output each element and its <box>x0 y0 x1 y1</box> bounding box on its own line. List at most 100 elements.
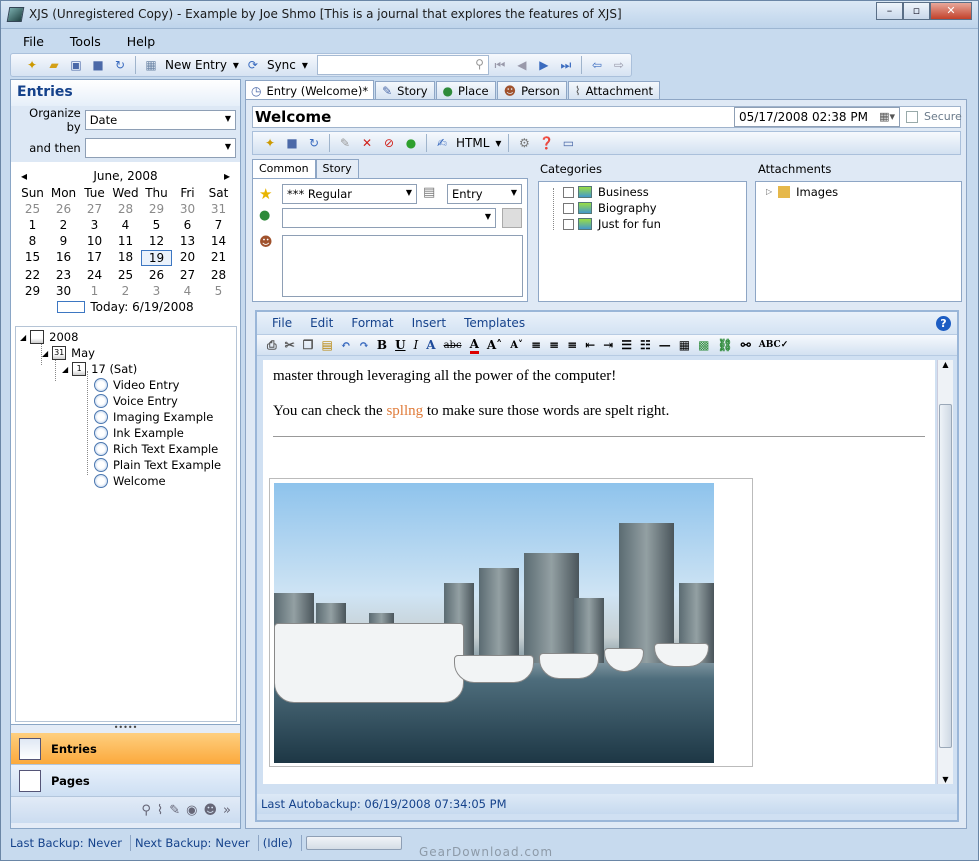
spellcheck-icon[interactable]: ABC✓ <box>759 340 788 350</box>
strikethrough-icon[interactable]: abc <box>444 340 462 351</box>
calendar-day[interactable]: 17 <box>79 250 110 266</box>
underline-icon[interactable]: U <box>395 338 405 352</box>
editor-menu-edit[interactable]: Edit <box>310 316 333 330</box>
image-icon[interactable]: ▩ <box>698 338 709 352</box>
first-icon[interactable]: ⏮ <box>492 57 508 73</box>
category-item[interactable]: Biography <box>563 200 746 216</box>
tree-month[interactable]: ◢ 31 May <box>16 345 236 361</box>
calendar-day[interactable]: 1 <box>17 218 48 232</box>
tree-entry[interactable]: Imaging Example <box>16 409 236 425</box>
html-dropdown[interactable]: HTML <box>456 136 489 150</box>
people-list[interactable] <box>282 235 523 297</box>
tree-entry[interactable]: Welcome <box>16 473 236 489</box>
calendar-day[interactable]: 19 <box>141 250 172 266</box>
place-icon[interactable]: ◉ <box>186 803 197 818</box>
cut-icon[interactable]: ✂ <box>285 338 295 352</box>
previous-icon[interactable]: ◀ <box>514 57 530 73</box>
cancel-icon[interactable]: ⊘ <box>381 135 397 151</box>
splitter-grip[interactable]: ••••• <box>11 724 240 733</box>
minimize-button[interactable]: – <box>876 2 903 20</box>
calendar-day[interactable]: 14 <box>203 234 234 248</box>
search-icon[interactable]: ⚲ <box>475 57 484 71</box>
calendar-day[interactable]: 5 <box>141 218 172 232</box>
calendar-day[interactable]: 4 <box>110 218 141 232</box>
calendar-day[interactable]: 4 <box>172 284 203 298</box>
paste-icon[interactable]: ▤ <box>321 338 332 352</box>
tree-entry[interactable]: Video Entry <box>16 377 236 393</box>
calendar-day[interactable]: 3 <box>79 218 110 232</box>
refresh-icon[interactable]: ↻ <box>112 57 128 73</box>
maximize-button[interactable]: ▫ <box>903 2 930 20</box>
entry-date-picker[interactable]: 05/17/2008 02:38 PM <box>734 107 900 127</box>
tab-entry[interactable]: ◷ Entry (Welcome)* <box>245 80 375 100</box>
new-entry-button[interactable]: New Entry <box>165 58 227 72</box>
calendar-day[interactable]: 1 <box>79 284 110 298</box>
editor-menu-file[interactable]: File <box>272 316 292 330</box>
window-icon[interactable]: ▭ <box>560 135 576 151</box>
font-color-icon[interactable]: A <box>469 337 479 354</box>
italic-icon[interactable]: I <box>414 338 419 352</box>
calendar-day[interactable]: 10 <box>79 234 110 248</box>
refresh-icon[interactable]: ↻ <box>306 135 322 151</box>
calendar-day[interactable]: 16 <box>48 250 79 266</box>
edit-icon[interactable]: ✎ <box>337 135 353 151</box>
tab-attachment[interactable]: ⌇ Attachment <box>567 81 661 100</box>
calendar-day[interactable]: 20 <box>172 250 203 266</box>
grow-font-icon[interactable]: A˄ <box>487 338 502 352</box>
calendar-day[interactable]: 26 <box>48 202 79 216</box>
stop-icon[interactable]: ■ <box>284 135 300 151</box>
next-icon[interactable]: ▶ <box>536 57 552 73</box>
prev-month-icon[interactable]: ◂ <box>21 169 27 183</box>
help-icon[interactable]: ❓ <box>538 135 554 151</box>
calendar-day[interactable]: 24 <box>79 268 110 282</box>
location-button[interactable] <box>502 208 522 228</box>
document-body[interactable]: master through leveraging all the power … <box>263 360 935 784</box>
indent-icon[interactable]: ⇥ <box>603 338 613 352</box>
table-icon[interactable]: ▦ <box>679 338 690 352</box>
entry-type-select[interactable]: Entry <box>447 184 522 204</box>
tree-entry[interactable]: Voice Entry <box>16 393 236 409</box>
calendar-day[interactable]: 27 <box>172 268 203 282</box>
tab-story-detail[interactable]: Story <box>315 159 359 178</box>
bullet-list-icon[interactable]: ☷ <box>640 338 651 352</box>
calendar-day[interactable]: 28 <box>203 268 234 282</box>
person-icon[interactable]: ☻ <box>203 803 217 818</box>
new-icon[interactable]: ✦ <box>262 135 278 151</box>
last-icon[interactable]: ⏭ <box>558 57 574 73</box>
open-folder-icon[interactable]: ▰ <box>46 57 62 73</box>
shrink-font-icon[interactable]: A˅ <box>510 340 523 351</box>
calendar-day[interactable]: 29 <box>141 202 172 216</box>
forward-icon[interactable]: ⇨ <box>611 57 627 73</box>
tab-story[interactable]: ✎ Story <box>375 81 435 100</box>
link-icon[interactable]: ⛓ <box>717 338 732 352</box>
scroll-thumb[interactable] <box>939 404 952 748</box>
calendar-day[interactable]: 29 <box>17 284 48 298</box>
embedded-image[interactable] <box>269 478 753 767</box>
calendar-day[interactable]: 3 <box>141 284 172 298</box>
attachment-icon[interactable]: ⌇ <box>157 803 163 818</box>
calendar-day[interactable]: 13 <box>172 234 203 248</box>
scroll-down-icon[interactable]: ▼ <box>938 775 953 784</box>
editor-menu-templates[interactable]: Templates <box>464 316 525 330</box>
tree-entry[interactable]: Ink Example <box>16 425 236 441</box>
html-dropdown-arrow[interactable]: ▾ <box>495 136 501 150</box>
stop-icon[interactable]: ■ <box>90 57 106 73</box>
rating-select[interactable]: *** Regular <box>282 184 417 204</box>
calendar-day[interactable]: 2 <box>48 218 79 232</box>
calendar-day[interactable]: 12 <box>141 234 172 248</box>
new-icon[interactable]: ✦ <box>24 57 40 73</box>
close-button[interactable]: ✕ <box>930 2 972 20</box>
category-item[interactable]: Business <box>563 184 746 200</box>
calendar-day[interactable]: 25 <box>17 202 48 216</box>
calendar-day[interactable]: 15 <box>17 250 48 266</box>
scroll-up-icon[interactable]: ▲ <box>938 360 953 369</box>
align-right-icon[interactable]: ≡ <box>567 338 577 352</box>
numbered-list-icon[interactable]: ☰ <box>621 338 632 352</box>
horizontal-rule-icon[interactable]: — <box>659 338 671 352</box>
search-icon[interactable]: ⚲ <box>141 803 151 818</box>
calendar-day[interactable]: 7 <box>203 218 234 232</box>
calendar-day[interactable]: 8 <box>17 234 48 248</box>
undo-icon[interactable]: ↶ <box>341 338 351 352</box>
calendar-day[interactable]: 30 <box>48 284 79 298</box>
align-center-icon[interactable]: ≡ <box>549 338 559 352</box>
